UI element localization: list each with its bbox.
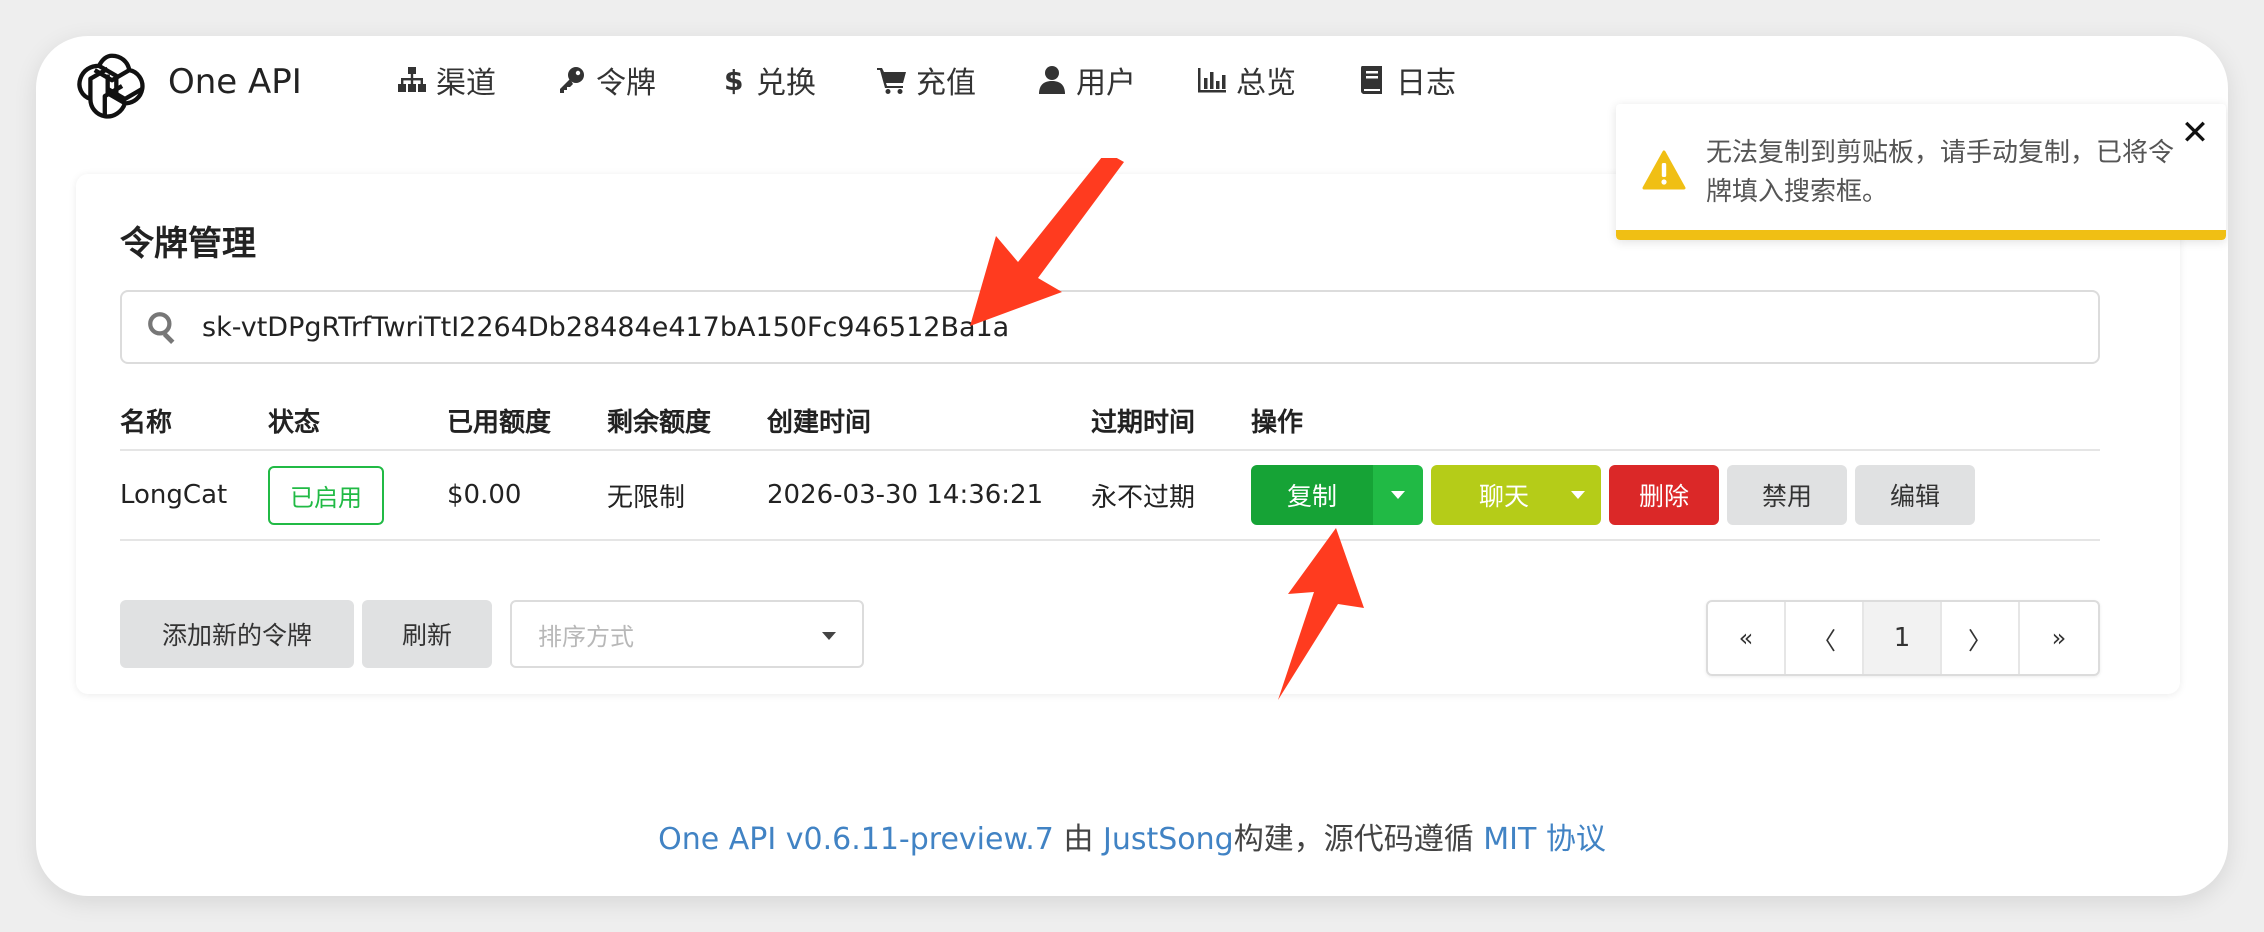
author-link[interactable]: JustSong [1103, 822, 1234, 857]
search-input[interactable] [200, 302, 2080, 352]
nav-item-label: 日志 [1396, 66, 1456, 101]
status-badge: 已启用 [268, 465, 384, 525]
chat-button[interactable]: 聊天 [1431, 465, 1601, 525]
token-management-card: 令牌管理 sk-vtDPgRTrfTwriTtI2264Db28484e417b… [76, 174, 2180, 694]
pagination-last[interactable]: » [2020, 602, 2098, 674]
brand-name[interactable]: One API [168, 62, 302, 102]
copy-dropdown-button[interactable] [1373, 465, 1423, 525]
column-header-name[interactable]: 名称 [120, 392, 268, 451]
app-window: One API 渠道 令牌 $ 兑换 充值 用户 总览 日志 令牌管理 sk-v… [36, 36, 2228, 896]
caret-down-icon [1571, 491, 1585, 499]
token-remaining-quota: 无限制 [607, 450, 767, 541]
nav-item-label: 用户 [1076, 66, 1136, 101]
book-icon [1361, 66, 1382, 94]
copy-button[interactable]: 复制 [1251, 465, 1373, 525]
nav-item-label: 令牌 [596, 66, 656, 101]
edit-button[interactable]: 编辑 [1855, 465, 1975, 525]
disable-button[interactable]: 禁用 [1727, 465, 1847, 525]
pagination-prev[interactable]: 〈 [1786, 602, 1864, 674]
nav-item-tokens[interactable]: 令牌 [526, 58, 686, 102]
search-icon [148, 312, 175, 344]
chat-button-label: 聊天 [1479, 482, 1530, 511]
token-table: 名称 状态 已用额度 剩余额度 创建时间 过期时间 操作 LongCat 已启用 [120, 392, 2100, 541]
token-used-quota: $0.00 [447, 450, 607, 541]
token-name: LongCat [120, 450, 268, 541]
table-header-row: 名称 状态 已用额度 剩余额度 创建时间 过期时间 操作 [120, 392, 2100, 451]
nav-item-label: 充值 [916, 66, 976, 101]
stage: One API 渠道 令牌 $ 兑换 充值 用户 总览 日志 令牌管理 sk-v… [0, 0, 2264, 932]
token-created-time: 2026-03-30 14:36:21 [767, 450, 1091, 541]
openai-logo-icon[interactable] [76, 50, 148, 122]
pagination: « 〈 1 〉 » [1706, 600, 2100, 676]
key-icon [560, 67, 584, 93]
nav-item-channels[interactable]: 渠道 [366, 58, 526, 102]
nav-item-users[interactable]: 用户 [1006, 58, 1166, 102]
nav-item-redeem[interactable]: $ 兑换 [686, 58, 846, 102]
refresh-button[interactable]: 刷新 [362, 600, 492, 668]
column-header-used[interactable]: 已用额度 [447, 392, 607, 451]
page-title: 令牌管理 [120, 224, 256, 264]
pagination-first[interactable]: « [1708, 602, 1786, 674]
token-expire-time: 永不过期 [1091, 450, 1251, 541]
warning-toast: 无法复制到剪贴板，请手动复制，已将令牌填入搜索框。 ✕ [1616, 104, 2226, 240]
footer: One API v0.6.11-preview.7 由 JustSong构建，源… [36, 814, 2228, 858]
cart-icon [877, 68, 906, 94]
column-header-actions: 操作 [1251, 392, 2100, 451]
chevron-down-icon [822, 632, 836, 640]
column-header-expires[interactable]: 过期时间 [1091, 392, 1251, 451]
column-header-remaining[interactable]: 剩余额度 [607, 392, 767, 451]
footer-text-built: 构建，源代码遵循 [1233, 822, 1474, 857]
column-header-created[interactable]: 创建时间 [767, 392, 1091, 451]
toast-progress-bar [1616, 230, 2226, 240]
close-icon[interactable]: ✕ [2178, 116, 2212, 152]
version-link[interactable]: One API v0.6.11-preview.7 [658, 822, 1054, 857]
footer-text-by: 由 [1063, 822, 1094, 857]
dollar-icon: $ [724, 64, 743, 96]
pagination-next[interactable]: 〉 [1942, 602, 2020, 674]
sort-select[interactable]: 排序方式 [510, 600, 864, 668]
column-header-status[interactable]: 状态 [268, 392, 447, 451]
nav-item-logs[interactable]: 日志 [1326, 58, 1486, 102]
nav-item-topup[interactable]: 充值 [846, 58, 1006, 102]
sort-select-placeholder: 排序方式 [538, 622, 634, 651]
user-icon [1039, 66, 1065, 94]
warning-icon [1642, 150, 1686, 190]
nav-item-label: 兑换 [756, 66, 816, 101]
svg-text:$: $ [724, 64, 743, 96]
caret-down-icon [1391, 491, 1405, 499]
main-nav: 渠道 令牌 $ 兑换 充值 用户 总览 日志 [366, 58, 1486, 102]
nav-item-label: 总览 [1236, 66, 1296, 101]
license-link[interactable]: MIT 协议 [1483, 822, 1606, 857]
nav-item-dashboard[interactable]: 总览 [1166, 58, 1326, 102]
nav-item-label: 渠道 [436, 66, 496, 101]
pagination-page-current[interactable]: 1 [1864, 602, 1942, 674]
row-actions: 复制 聊天 删除 禁用 编辑 [1251, 465, 2100, 525]
table-row: LongCat 已启用 $0.00 无限制 2026-03-30 14:36:2… [120, 450, 2100, 541]
delete-button[interactable]: 删除 [1609, 465, 1719, 525]
toast-message: 无法复制到剪贴板，请手动复制，已将令牌填入搜索框。 [1706, 138, 2175, 207]
table-footer-toolbar: 添加新的令牌 刷新 排序方式 « 〈 1 〉 » [120, 600, 2100, 676]
sitemap-icon [398, 67, 426, 92]
search-box [120, 290, 2100, 364]
bar-chart-icon [1198, 68, 1226, 93]
add-token-button[interactable]: 添加新的令牌 [120, 600, 354, 668]
